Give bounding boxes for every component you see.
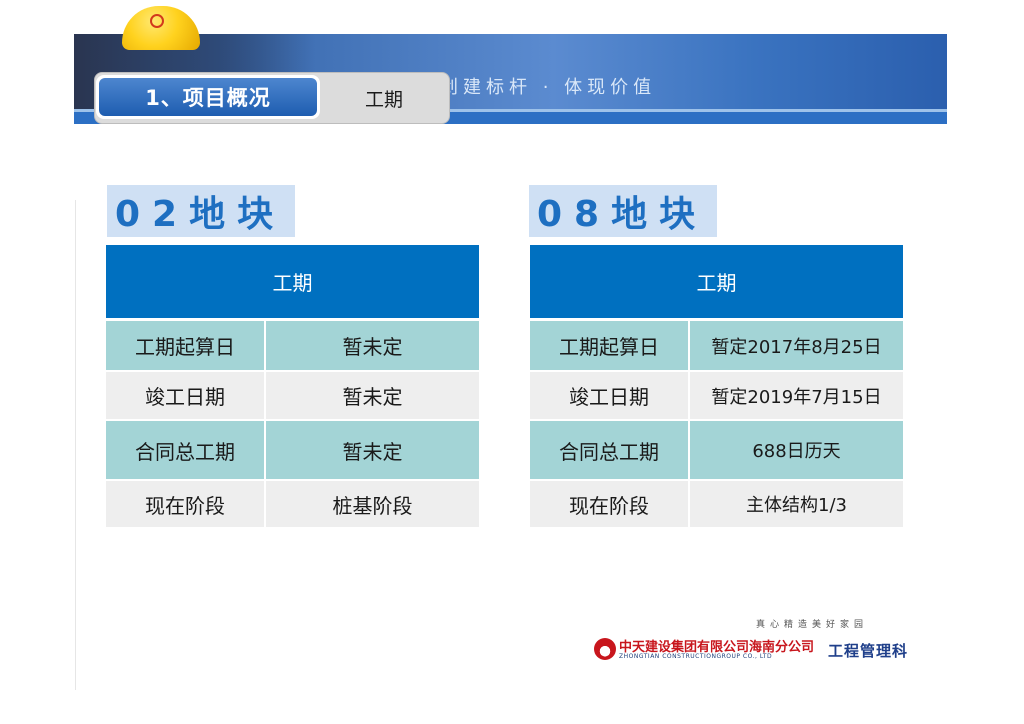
row-label: 现在阶段 (106, 481, 266, 527)
tab-project-overview[interactable]: 1、项目概况 (96, 75, 320, 119)
row-value: 暂未定 (266, 372, 479, 419)
row-value: 暂定2019年7月15日 (690, 372, 903, 419)
table-row: 竣工日期 暂未定 (106, 372, 479, 421)
row-value: 暂定2017年8月25日 (690, 321, 903, 370)
footer-motto: 真心精造美好家园 (756, 620, 869, 630)
table-header: 工期 (106, 245, 479, 321)
company-logo-icon (594, 638, 616, 660)
table-row: 现在阶段 主体结构1/3 (530, 481, 903, 529)
table-row: 工期起算日 暂未定 (106, 321, 479, 372)
table-row: 合同总工期 688日历天 (530, 421, 903, 481)
tab-project-overview-label: 1、项目概况 (99, 78, 317, 116)
row-label: 工期起算日 (530, 321, 690, 370)
hard-hat-logo-icon (150, 14, 164, 28)
row-label: 现在阶段 (530, 481, 690, 527)
table-row: 工期起算日 暂定2017年8月25日 (530, 321, 903, 372)
table-row: 合同总工期 暂未定 (106, 421, 479, 481)
section-heading-plot-02: 02地块 (107, 185, 295, 237)
tab-schedule[interactable]: 工期 (322, 76, 446, 120)
table-header: 工期 (530, 245, 903, 321)
schedule-table-plot-08: 工期 工期起算日 暂定2017年8月25日 竣工日期 暂定2019年7月15日 … (530, 245, 903, 529)
department-name: 工程管理科 (828, 642, 909, 660)
row-label: 合同总工期 (106, 421, 266, 479)
schedule-table-plot-02: 工期 工期起算日 暂未定 竣工日期 暂未定 合同总工期 暂未定 现在阶段 桩基阶… (106, 245, 479, 529)
company-name-en: ZHONGTIAN CONSTRUCTIONGROUP CO., LTD (619, 653, 773, 660)
row-label: 合同总工期 (530, 421, 690, 479)
row-value: 桩基阶段 (266, 481, 479, 527)
row-label: 竣工日期 (106, 372, 266, 419)
table-row: 竣工日期 暂定2019年7月15日 (530, 372, 903, 421)
left-divider (75, 200, 76, 690)
section-heading-plot-08: 08地块 (529, 185, 717, 237)
table-row: 现在阶段 桩基阶段 (106, 481, 479, 529)
row-value: 主体结构1/3 (690, 481, 903, 527)
row-label: 工期起算日 (106, 321, 266, 370)
row-value: 688日历天 (690, 421, 903, 479)
row-label: 竣工日期 (530, 372, 690, 419)
row-value: 暂未定 (266, 421, 479, 479)
banner-slogan: 创建标杆 · 体现价值 (440, 77, 657, 98)
row-value: 暂未定 (266, 321, 479, 370)
hard-hat-icon (122, 6, 200, 50)
